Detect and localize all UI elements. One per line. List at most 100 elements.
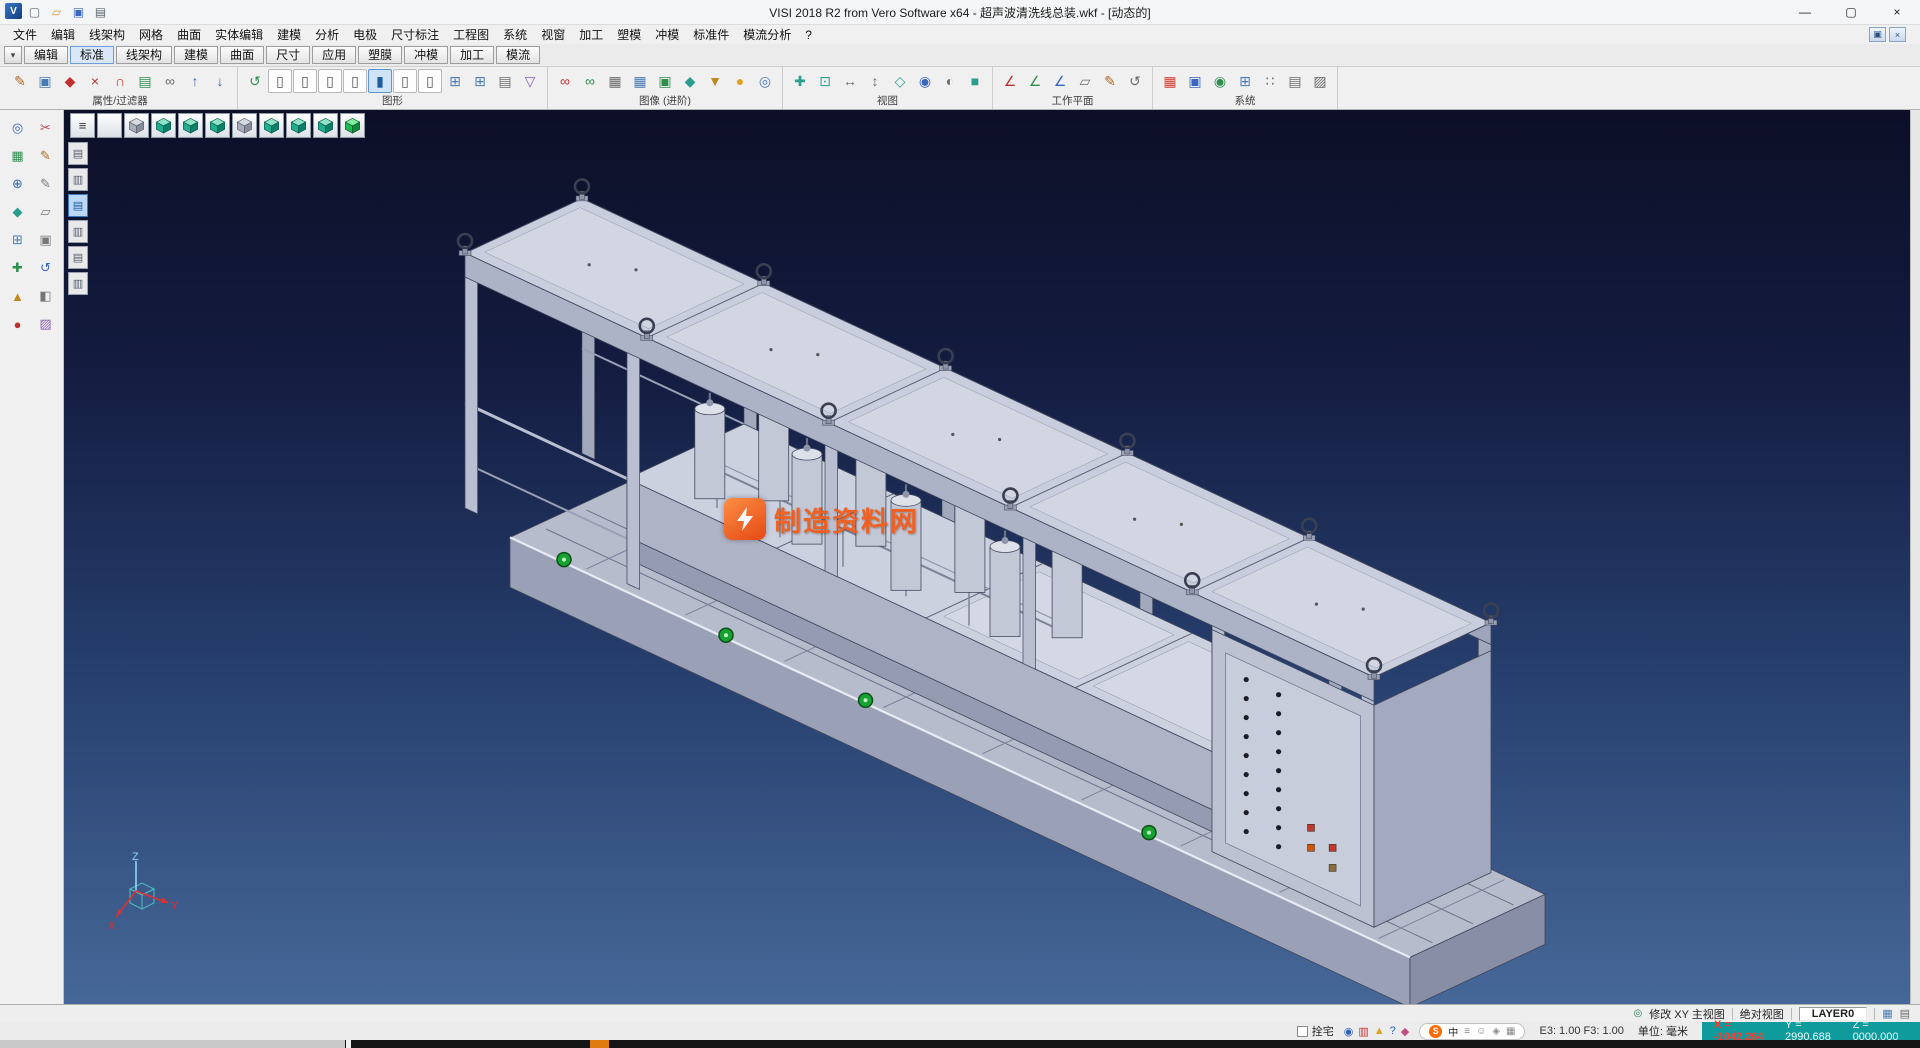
add-point-icon[interactable]: ⊕ xyxy=(6,172,30,196)
pan-icon[interactable]: ✚ xyxy=(788,69,812,93)
workplane-auto-icon[interactable]: ∠ xyxy=(1023,69,1047,93)
menu-item-10[interactable]: 工程图 xyxy=(446,25,496,44)
column-6-icon[interactable]: ▯ xyxy=(418,69,442,93)
machine-model[interactable] xyxy=(64,110,1910,1004)
copy-attributes-icon[interactable]: ▣ xyxy=(33,69,57,93)
column-1-icon[interactable]: ▯ xyxy=(268,69,292,93)
dim-horizontal-icon[interactable]: ↔ xyxy=(838,69,862,93)
app-icon[interactable]: V xyxy=(5,3,22,19)
menu-item-7[interactable]: 分析 xyxy=(308,25,346,44)
sketch-tool-icon[interactable]: ✎ xyxy=(34,144,58,168)
dock-panel-6[interactable]: ▥ xyxy=(68,272,88,295)
view-cube-gray[interactable] xyxy=(124,113,149,138)
record-tool-icon[interactable]: ● xyxy=(6,312,30,336)
diamond-view-icon[interactable]: ◆ xyxy=(678,69,702,93)
tab-7[interactable]: 塑膜 xyxy=(358,46,402,64)
mdi-close-button[interactable]: × xyxy=(1889,27,1906,42)
annotate-icon[interactable]: ✎ xyxy=(34,172,58,196)
attribute-pen-icon[interactable]: ✎ xyxy=(8,69,32,93)
bulb-icon[interactable]: ● xyxy=(728,69,752,93)
glasses-red-icon[interactable]: ∞ xyxy=(553,69,577,93)
menu-item-2[interactable]: 线架构 xyxy=(82,25,132,44)
menu-item-17[interactable]: 模流分析 xyxy=(736,25,798,44)
minimize-button[interactable]: — xyxy=(1782,0,1828,24)
layers-icon[interactable]: ▤ xyxy=(1283,69,1307,93)
menu-item-13[interactable]: 加工 xyxy=(572,25,610,44)
refresh-view-icon[interactable]: ↺ xyxy=(243,69,267,93)
layer-filter-icon[interactable]: ▤ xyxy=(133,69,157,93)
menu-item-12[interactable]: 视窗 xyxy=(534,25,572,44)
print-icon[interactable]: ▤ xyxy=(91,3,110,21)
menu-item-3[interactable]: 网格 xyxy=(132,25,170,44)
funnel-icon[interactable]: ▼ xyxy=(703,69,727,93)
dock-panel-5[interactable]: ▤ xyxy=(68,246,88,269)
status-pin-icon[interactable]: ◆ xyxy=(1401,1025,1409,1038)
taskbar-app-button[interactable] xyxy=(590,1040,609,1048)
magnify-icon[interactable]: ◎ xyxy=(753,69,777,93)
column-2-icon[interactable]: ▯ xyxy=(293,69,317,93)
menu-item-1[interactable]: 编辑 xyxy=(44,25,82,44)
view-cube-right[interactable] xyxy=(259,113,284,138)
workplane-3pt-icon[interactable]: ∠ xyxy=(1048,69,1072,93)
dots-grid-icon[interactable]: ∷ xyxy=(1258,69,1282,93)
view-cube-back[interactable] xyxy=(205,113,230,138)
halfbox-tool-icon[interactable]: ◧ xyxy=(34,284,58,308)
iso-view-icon[interactable]: ■ xyxy=(963,69,987,93)
tab-10[interactable]: 模流 xyxy=(496,46,540,64)
status-alert-icon[interactable]: ▲ xyxy=(1374,1025,1385,1038)
move-down-icon[interactable]: ↓ xyxy=(208,69,232,93)
status-globe-icon[interactable]: ◉ xyxy=(1344,1025,1354,1038)
view-cube-active[interactable] xyxy=(340,113,365,138)
menu-item-15[interactable]: 冲模 xyxy=(648,25,686,44)
menu-item-5[interactable]: 实体编辑 xyxy=(208,25,270,44)
mdi-restore-button[interactable]: ▣ xyxy=(1869,27,1886,42)
glasses-green-icon[interactable]: ∞ xyxy=(578,69,602,93)
workplane-edit-icon[interactable]: ✎ xyxy=(1098,69,1122,93)
tab-1[interactable]: 标准 xyxy=(70,46,114,64)
plane-tool-icon[interactable]: ▱ xyxy=(34,200,58,224)
tab-dropdown-button[interactable]: ▾ xyxy=(4,46,22,64)
trim-tool-icon[interactable]: ✂ xyxy=(34,116,58,140)
menu-item-0[interactable]: 文件 xyxy=(6,25,44,44)
right-dock-strip[interactable] xyxy=(1910,110,1920,1004)
grid-table-icon[interactable]: ⊞ xyxy=(443,69,467,93)
lock-checkbox[interactable] xyxy=(1297,1026,1308,1037)
tab-9[interactable]: 加工 xyxy=(450,46,494,64)
column-5-icon[interactable]: ▯ xyxy=(393,69,417,93)
shaded-box-blue-icon[interactable]: ▦ xyxy=(628,69,652,93)
view-cube-iso[interactable] xyxy=(151,113,176,138)
status-help-icon[interactable]: ? xyxy=(1390,1025,1396,1038)
filter-diamond-icon[interactable]: ◆ xyxy=(58,69,82,93)
tab-3[interactable]: 建模 xyxy=(174,46,218,64)
column-selected-icon[interactable]: ▮ xyxy=(368,69,392,93)
dock-panel-4[interactable]: ▥ xyxy=(68,220,88,243)
maximize-button[interactable]: ▢ xyxy=(1828,0,1874,24)
move-up-icon[interactable]: ↑ xyxy=(183,69,207,93)
perspective-grid-icon[interactable]: ▨ xyxy=(1308,69,1332,93)
workplane-reset-icon[interactable]: ↺ xyxy=(1123,69,1147,93)
menu-item-16[interactable]: 标准件 xyxy=(686,25,736,44)
globe-gear-icon[interactable]: ◉ xyxy=(1208,69,1232,93)
dim-vertical-icon[interactable]: ↕ xyxy=(863,69,887,93)
close-button[interactable]: × xyxy=(1874,0,1920,24)
zoom-window-icon[interactable]: ⊡ xyxy=(813,69,837,93)
tab-5[interactable]: 尺寸 xyxy=(266,46,310,64)
color-grid-icon[interactable]: ▦ xyxy=(1158,69,1182,93)
ime-keyboard-icon[interactable]: ▦ xyxy=(1506,1026,1515,1037)
viewport-canvas[interactable]: ≡ ▤▥▤▥▤▥ 制造资料网 xyxy=(64,110,1910,1004)
menu-item-8[interactable]: 电极 xyxy=(346,25,384,44)
undo-tool-icon[interactable]: ↺ xyxy=(34,256,58,280)
menu-item-6[interactable]: 建模 xyxy=(270,25,308,44)
workplane-xy-icon[interactable]: ∠ xyxy=(998,69,1022,93)
view-cube-bottom[interactable] xyxy=(313,113,338,138)
render-photo-icon[interactable]: ▣ xyxy=(653,69,677,93)
snap-diamond-icon[interactable]: ◆ xyxy=(6,200,30,224)
view-list-button[interactable]: ≡ xyxy=(70,113,95,138)
tab-0[interactable]: 编辑 xyxy=(24,46,68,64)
system-table-icon[interactable]: ⊞ xyxy=(1233,69,1257,93)
view-blank-button[interactable] xyxy=(97,113,122,138)
view-cube-front[interactable] xyxy=(178,113,203,138)
tab-6[interactable]: 应用 xyxy=(312,46,356,64)
column-4-icon[interactable]: ▯ xyxy=(343,69,367,93)
dock-panel-2[interactable]: ▥ xyxy=(68,168,88,191)
